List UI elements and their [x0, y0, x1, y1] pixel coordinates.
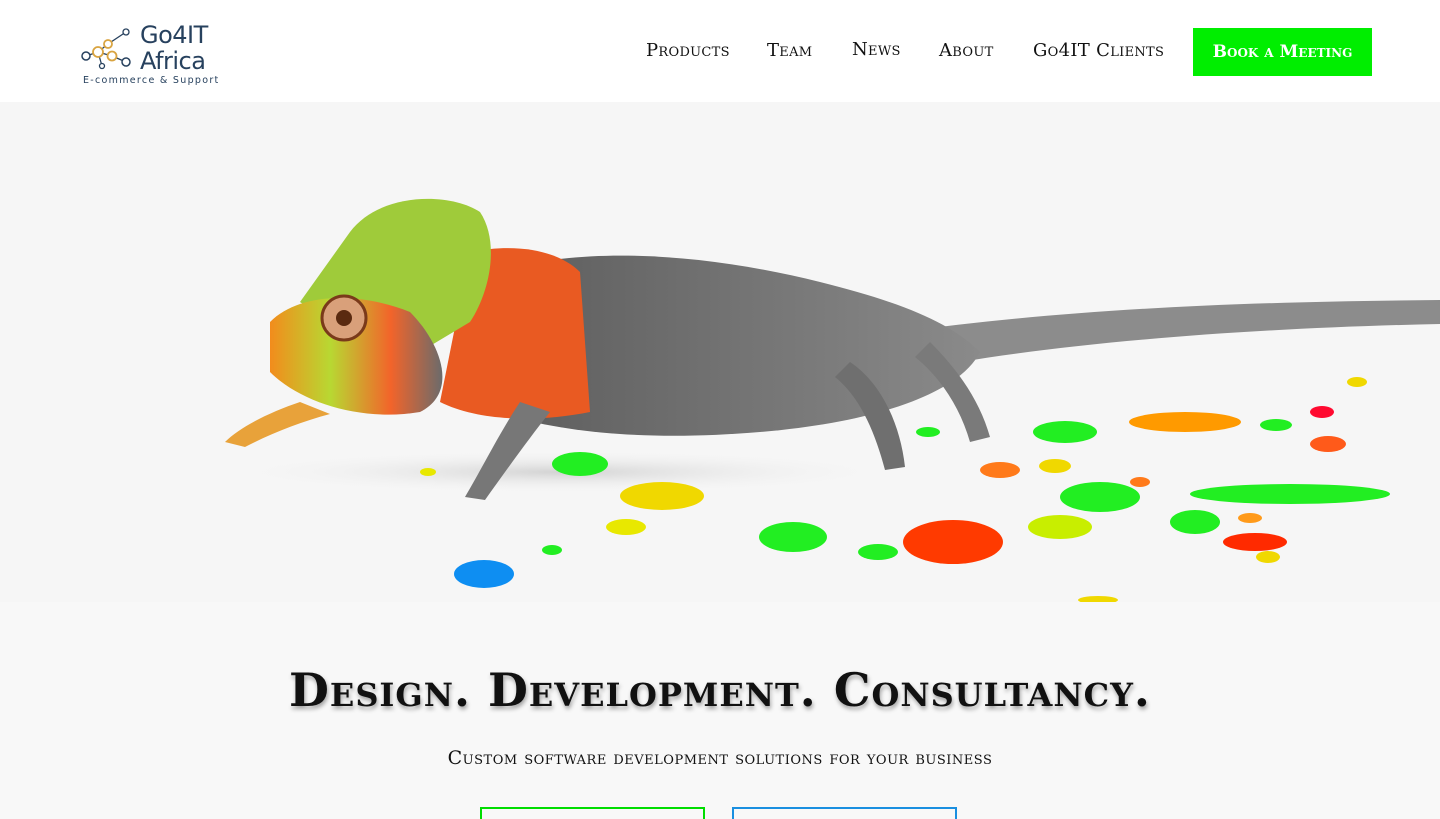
site-logo[interactable]: Go4IT Africa E-commerce & Support [78, 22, 238, 90]
hero-cta-button-secondary[interactable] [732, 807, 957, 819]
logo-title-line2: Africa [140, 47, 206, 75]
hero-image-chameleon [0, 102, 1440, 602]
nav-item-team[interactable]: Team [767, 40, 812, 61]
hero-headline: Design. Development. Consultancy. [289, 663, 1151, 717]
hero-cta-button-primary[interactable] [480, 807, 705, 819]
nav-item-news[interactable]: News [852, 39, 901, 60]
book-meeting-button[interactable]: Book a Meeting [1193, 28, 1372, 76]
nav-item-products[interactable]: Products [646, 40, 730, 61]
logo-tagline: E-commerce & Support [83, 75, 220, 86]
nav-item-go4it-clients[interactable]: Go4IT Clients [1033, 40, 1164, 61]
nav-item-about[interactable]: About [939, 40, 994, 61]
hero-subheadline: Custom software development solutions fo… [447, 747, 993, 769]
logo-title-line1: Go4IT [140, 21, 208, 49]
site-header: Go4IT Africa E-commerce & Support Produc… [0, 0, 1440, 102]
network-logo-icon [81, 28, 131, 70]
